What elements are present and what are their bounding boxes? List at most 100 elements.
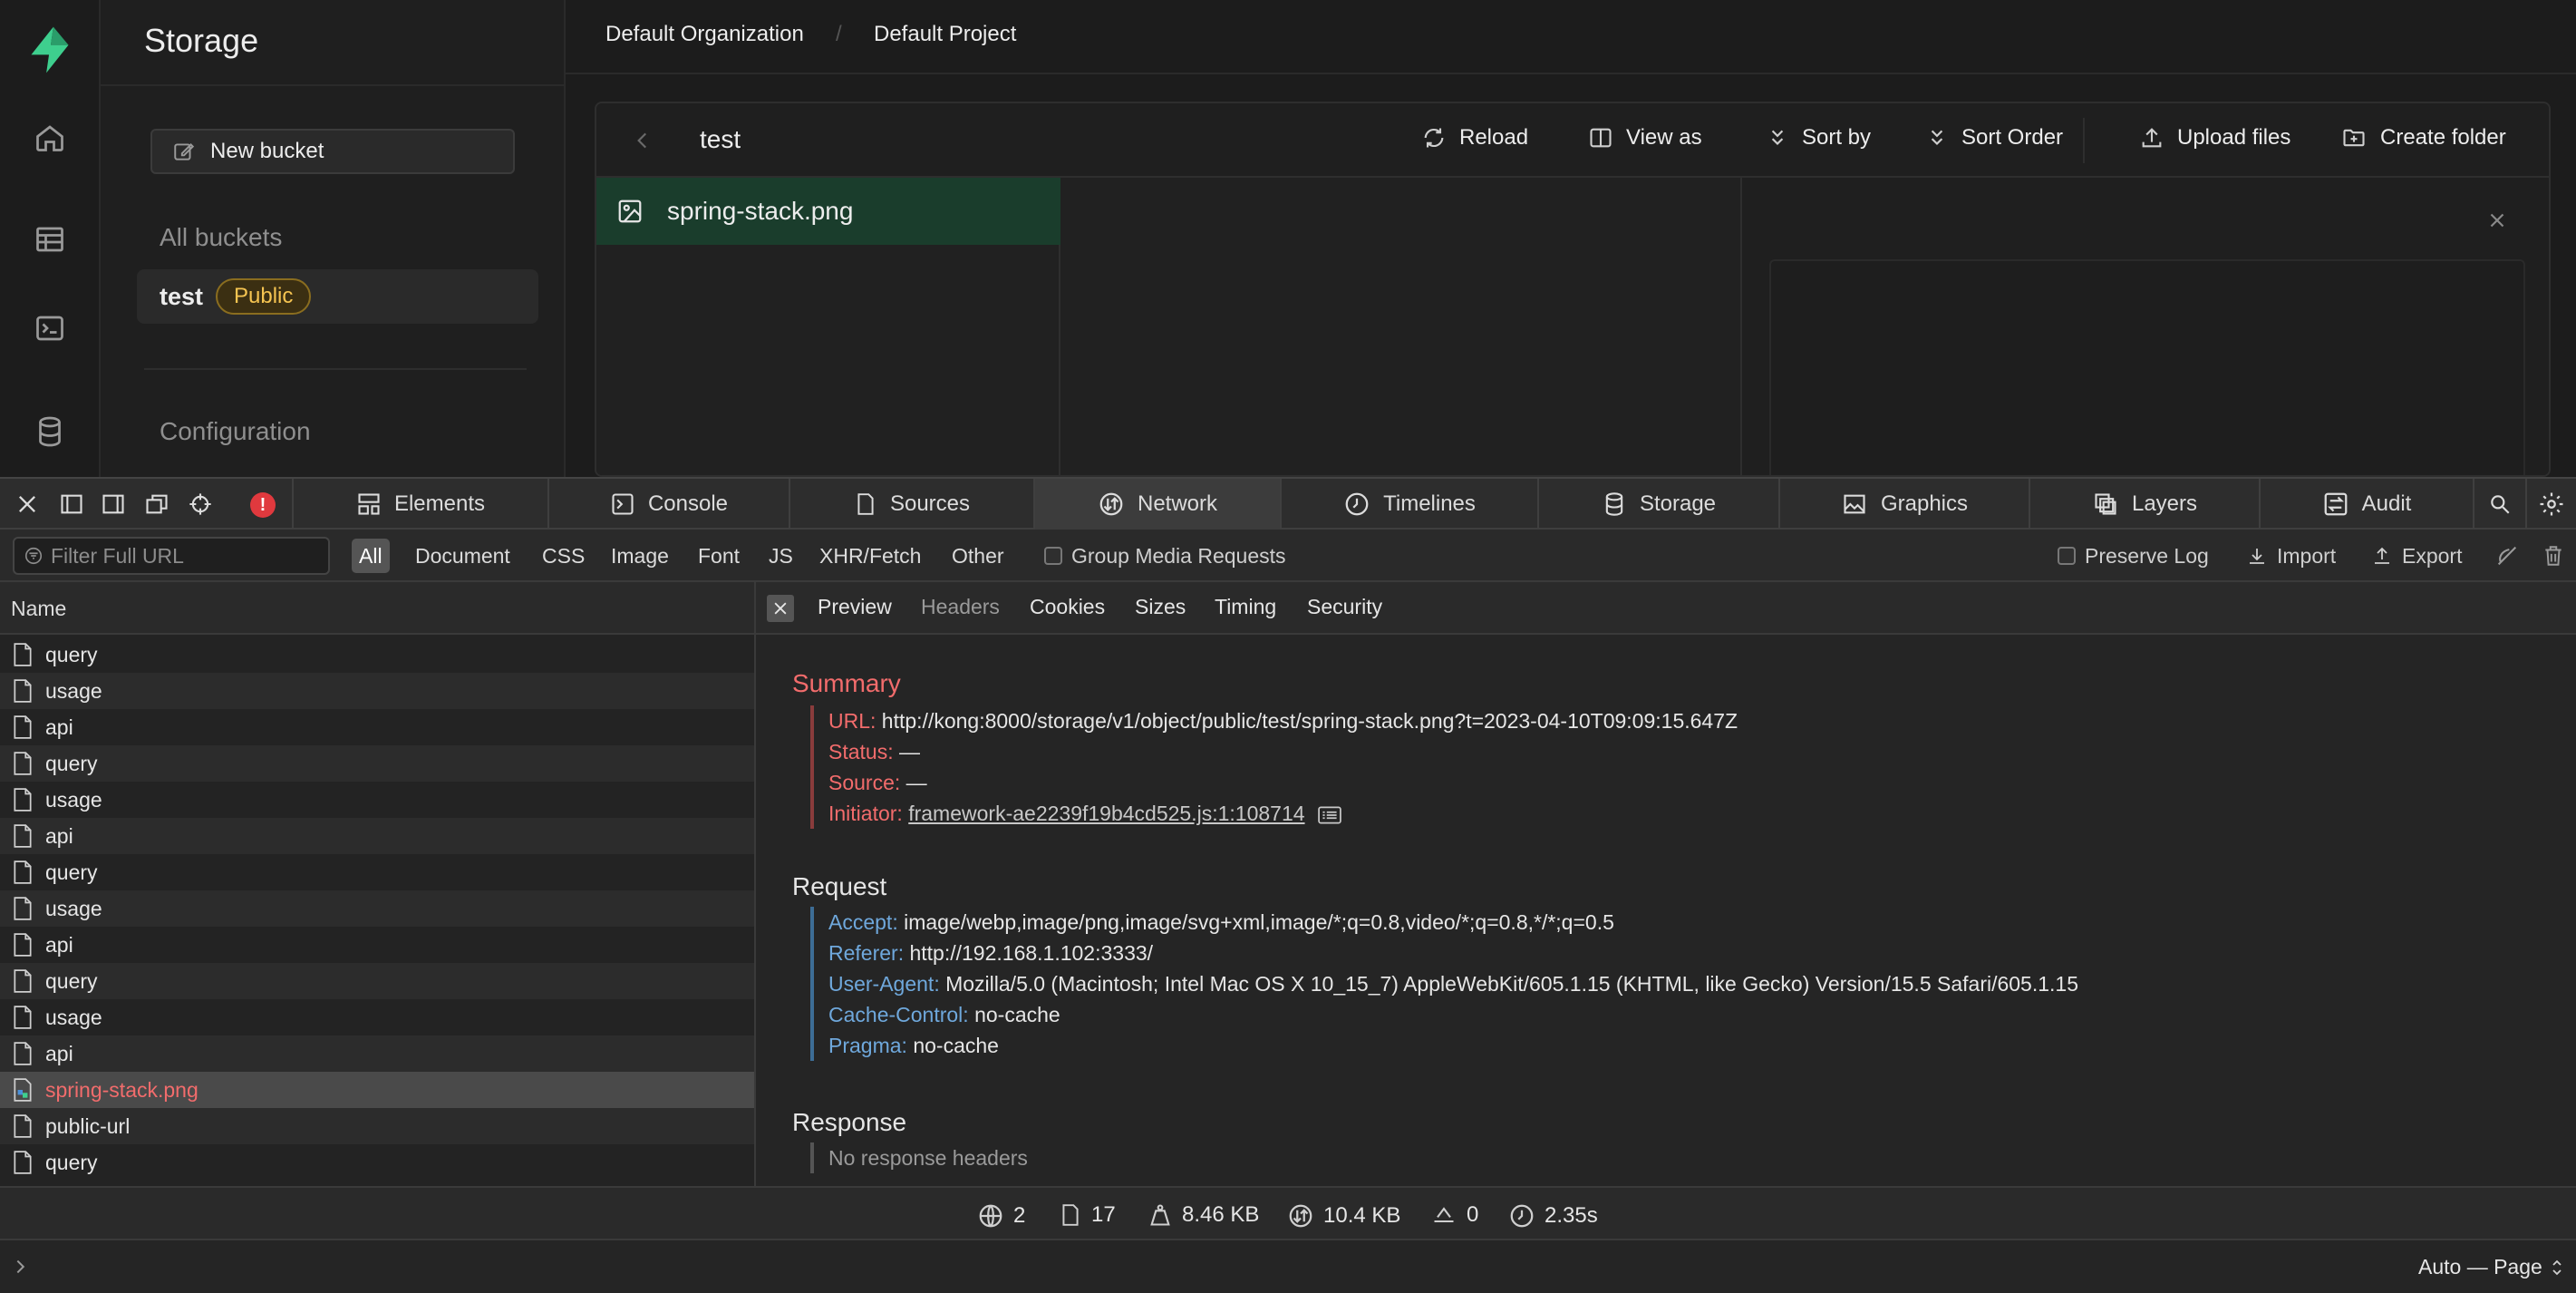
- tab-storage[interactable]: Storage: [1537, 479, 1778, 530]
- tab-elements[interactable]: Elements: [292, 479, 547, 530]
- filter-xhr[interactable]: XHR/Fetch: [812, 539, 928, 573]
- breadcrumb-project[interactable]: Default Project: [874, 22, 1016, 47]
- tab-sizes[interactable]: Sizes: [1135, 595, 1186, 619]
- request-name: api: [45, 1041, 73, 1065]
- tab-layers[interactable]: Layers: [2029, 479, 2259, 530]
- view-as-label: View as: [1626, 125, 1702, 150]
- view-as-button[interactable]: View as: [1588, 125, 1702, 151]
- tab-label: Layers: [2131, 491, 2198, 516]
- export-button[interactable]: Export: [2371, 539, 2462, 573]
- table-row[interactable]: spring-stack.png: [0, 1072, 754, 1108]
- table-row[interactable]: api: [0, 1035, 754, 1072]
- initiator-link[interactable]: framework-ae2239f19b4cd525.js:1:108714: [908, 802, 1304, 825]
- summary-url: URL: http://kong:8000/storage/v1/object/…: [828, 709, 1738, 733]
- table-row[interactable]: query: [0, 637, 754, 673]
- table-row[interactable]: api: [0, 818, 754, 854]
- sql-editor-icon[interactable]: [24, 303, 75, 354]
- tab-timelines[interactable]: Timelines: [1280, 479, 1537, 530]
- group-media-checkbox[interactable]: [1044, 547, 1062, 565]
- table-row[interactable]: query: [0, 854, 754, 890]
- request-headers-block: Accept: image/webp,image/png,image/svg+x…: [810, 907, 2078, 1061]
- database-icon[interactable]: [24, 406, 75, 457]
- tab-timing[interactable]: Timing: [1215, 595, 1276, 619]
- dock-right-icon[interactable]: [100, 491, 127, 517]
- search-button[interactable]: [2473, 479, 2525, 530]
- clock-icon: [1343, 491, 1370, 518]
- console-prompt-bar[interactable]: Auto — Page: [0, 1240, 2576, 1293]
- filter-document[interactable]: Document: [408, 539, 518, 573]
- new-bucket-button[interactable]: New bucket: [150, 129, 515, 174]
- filter-all[interactable]: All: [352, 539, 390, 573]
- tab-preview[interactable]: Preview: [818, 595, 892, 619]
- disable-cache-icon[interactable]: [2494, 543, 2520, 569]
- sidebar-item-bucket-test[interactable]: test Public: [137, 269, 538, 324]
- filter-other[interactable]: Other: [944, 539, 1012, 573]
- table-row[interactable]: usage: [0, 890, 754, 927]
- filter-css[interactable]: CSS: [535, 539, 592, 573]
- public-badge: Public: [216, 278, 312, 315]
- filter-image[interactable]: Image: [604, 539, 676, 573]
- table-row[interactable]: query: [0, 1144, 754, 1181]
- preserve-log-toggle[interactable]: Preserve Log: [2058, 539, 2209, 573]
- folder-plus-icon: [2340, 125, 2368, 151]
- table-row[interactable]: public-url: [0, 1108, 754, 1144]
- tab-console[interactable]: Console: [547, 479, 789, 530]
- reload-button[interactable]: Reload: [1421, 125, 1528, 151]
- filter-url-input[interactable]: Filter Full URL: [13, 537, 330, 575]
- table-row[interactable]: usage: [0, 782, 754, 818]
- file-name: spring-stack.png: [667, 197, 854, 225]
- crosshair-icon[interactable]: [187, 491, 214, 517]
- document-icon: [1059, 1202, 1082, 1228]
- table-row[interactable]: query: [0, 963, 754, 999]
- sort-by-button[interactable]: Sort by: [1766, 125, 1871, 151]
- call-stack-icon[interactable]: [1318, 805, 1341, 825]
- settings-button[interactable]: [2525, 479, 2576, 530]
- filter-js[interactable]: JS: [761, 539, 800, 573]
- header-referer: Referer: http://192.168.1.102:3333/: [828, 941, 1154, 965]
- table-row[interactable]: api: [0, 927, 754, 963]
- tab-headers[interactable]: Headers: [921, 595, 1000, 619]
- close-icon[interactable]: [2485, 209, 2509, 232]
- sort-order-button[interactable]: Sort Order: [1925, 125, 2063, 151]
- table-editor-icon[interactable]: [24, 214, 75, 265]
- close-icon[interactable]: [15, 491, 40, 517]
- import-icon: [2246, 545, 2268, 567]
- create-folder-button[interactable]: Create folder: [2340, 125, 2506, 151]
- group-media-toggle[interactable]: Group Media Requests: [1044, 539, 1286, 573]
- file-item-spring-stack[interactable]: spring-stack.png: [596, 178, 1060, 245]
- upload-files-button[interactable]: Upload files: [2139, 125, 2290, 151]
- document-icon: [13, 1114, 33, 1138]
- column-header-name[interactable]: Name: [0, 582, 754, 635]
- dock-left-icon[interactable]: [58, 491, 85, 517]
- close-icon[interactable]: [767, 595, 794, 622]
- clock-icon: [1508, 1202, 1535, 1230]
- filter-font[interactable]: Font: [691, 539, 747, 573]
- home-icon[interactable]: [24, 112, 75, 163]
- import-button[interactable]: Import: [2246, 539, 2336, 573]
- tab-audit[interactable]: Audit: [2259, 479, 2473, 530]
- table-row[interactable]: usage: [0, 673, 754, 709]
- supabase-logo-icon[interactable]: [24, 24, 76, 76]
- request-name: usage: [45, 787, 102, 812]
- table-row[interactable]: usage: [0, 999, 754, 1035]
- detach-window-icon[interactable]: [143, 491, 170, 517]
- error-count-badge[interactable]: !: [250, 492, 276, 518]
- tab-graphics[interactable]: Graphics: [1778, 479, 2029, 530]
- tab-security[interactable]: Security: [1307, 595, 1382, 619]
- image-icon: [1841, 491, 1868, 517]
- chevron-left-icon[interactable]: [631, 129, 654, 152]
- tab-sources[interactable]: Sources: [789, 479, 1033, 530]
- table-row[interactable]: query: [0, 745, 754, 782]
- tab-label: Console: [647, 491, 729, 516]
- request-heading: Request: [792, 872, 887, 900]
- tab-cookies[interactable]: Cookies: [1030, 595, 1105, 619]
- summary-heading: Summary: [792, 669, 901, 697]
- table-row[interactable]: api: [0, 709, 754, 745]
- execution-context-select[interactable]: Auto — Page: [2418, 1255, 2564, 1279]
- trash-icon[interactable]: [2542, 543, 2565, 569]
- no-response-headers: No response headers: [828, 1146, 1028, 1170]
- request-detail-panel: Preview Headers Cookies Sizes Timing Sec…: [756, 582, 2576, 1186]
- tab-network[interactable]: Network: [1033, 479, 1280, 530]
- preserve-log-checkbox[interactable]: [2058, 547, 2076, 565]
- breadcrumb-organization[interactable]: Default Organization: [605, 22, 804, 47]
